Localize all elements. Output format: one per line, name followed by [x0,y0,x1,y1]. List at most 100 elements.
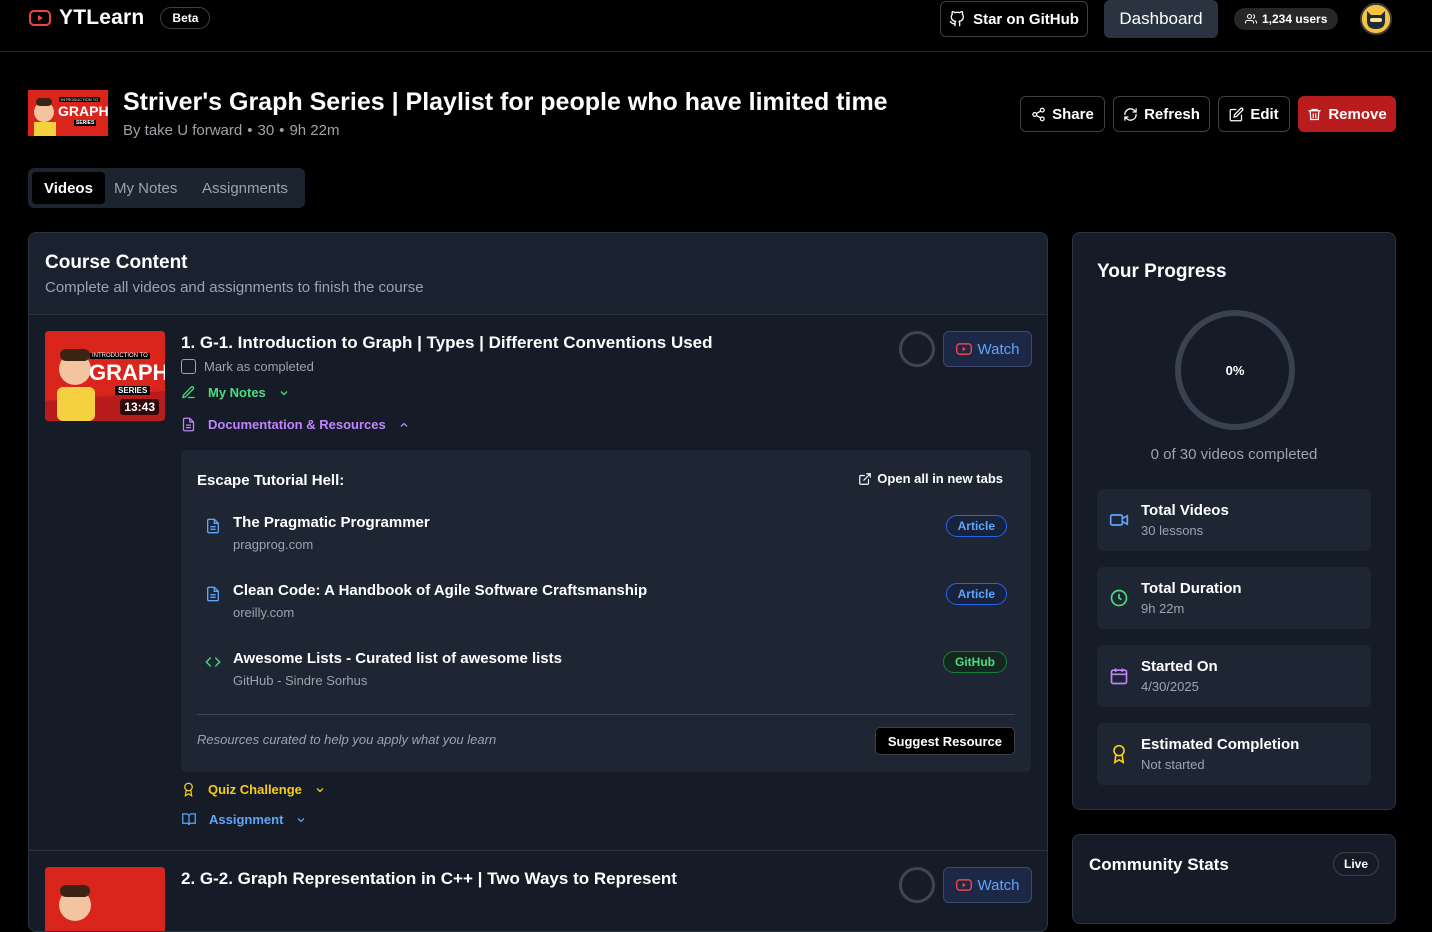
my-notes-toggle[interactable]: My Notes [181,385,290,400]
watch-button[interactable]: Watch [943,867,1032,903]
open-all-tabs-link[interactable]: Open all in new tabs [858,471,1003,486]
completed-checkbox[interactable] [181,359,196,374]
community-stats-panel: Community Stats Live [1072,834,1396,924]
resource-tag: GitHub [943,651,1007,673]
edit-icon [1229,107,1244,122]
stat-label: Started On [1141,658,1218,675]
quiz-challenge-toggle[interactable]: Quiz Challenge [181,782,326,797]
progress-ring: 0% [1175,310,1295,430]
playlist-video-count: 30 [257,122,275,139]
clock-icon [1109,588,1129,608]
youtube-icon [955,343,972,355]
refresh-button[interactable]: Refresh [1113,96,1210,132]
stat-started-on: Started On 4/30/2025 [1097,645,1371,707]
stat-value: 30 lessons [1141,523,1204,538]
stat-value: Not started [1141,757,1205,772]
playlist-author: By take U forward [123,122,243,139]
stat-value: 4/30/2025 [1141,679,1199,694]
playlist-thumbnail: INTRODUCTION TO GRAPH SERIES [28,90,108,136]
users-count-badge: 1,234 users [1234,8,1339,30]
award-icon [1109,744,1129,764]
content-tabs: Videos My Notes Assignments [28,168,305,208]
playlist-meta: By take U forward • 30 • 9h 22m [123,122,339,139]
remove-button[interactable]: Remove [1298,96,1396,132]
users-count: 1,234 users [1262,12,1328,26]
document-icon [205,586,221,602]
resource-source: oreilly.com [233,605,295,620]
my-notes-label: My Notes [208,385,266,400]
chevron-down-icon [295,814,307,826]
thumb-subtitle: SERIES [74,120,97,126]
course-content-header: Course Content Complete all videos and a… [29,233,1047,315]
resource-source: GitHub - Sindre Sorhus [233,673,368,688]
video-divider [29,850,1047,851]
brand[interactable]: YTLearn Beta [29,6,211,30]
playlist-duration: 9h 22m [289,122,340,139]
book-icon [181,812,197,827]
remove-label: Remove [1328,105,1387,123]
mark-completed-row[interactable]: Mark as completed [181,359,314,374]
share-icon [1031,107,1046,122]
course-content-subtitle: Complete all videos and assignments to f… [45,279,424,296]
user-avatar[interactable] [1360,3,1392,35]
stat-estimated-completion: Estimated Completion Not started [1097,723,1371,785]
thumb-subtitle: SERIES [115,386,151,395]
resource-name: Awesome Lists - Curated list of awesome … [233,650,562,667]
watch-label: Watch [977,340,1020,358]
chevron-down-icon [278,387,290,399]
tab-my-notes[interactable]: My Notes [102,172,189,204]
playlist-title: Striver's Graph Series | Playlist for pe… [123,88,888,116]
share-button[interactable]: Share [1020,96,1105,132]
pencil-icon [181,385,196,400]
thumb-tag: INTRODUCTION TO [90,353,150,359]
share-label: Share [1052,105,1094,123]
video-title[interactable]: 2. G-2. Graph Representation in C++ | Tw… [181,869,677,889]
edit-button[interactable]: Edit [1218,96,1290,132]
meta-separator: • [279,122,285,139]
users-icon [1245,13,1257,25]
refresh-icon [1123,107,1138,122]
resource-source: pragprog.com [233,537,314,552]
youtube-logo-icon [29,10,51,26]
course-content-title: Course Content [45,252,188,273]
tab-videos[interactable]: Videos [32,172,105,204]
beta-badge: Beta [160,7,211,29]
edit-label: Edit [1250,105,1279,123]
progress-panel: Your Progress 0% 0 of 30 videos complete… [1072,232,1396,810]
video-duration: 13:43 [120,399,159,415]
refresh-label: Refresh [1144,105,1200,123]
github-icon [949,11,965,27]
docs-resources-toggle[interactable]: Documentation & Resources [181,417,410,432]
stat-total-duration: Total Duration 9h 22m [1097,567,1371,629]
video-icon [1109,510,1129,530]
resource-item[interactable]: Awesome Lists - Curated list of awesome … [205,650,1007,694]
progress-percent: 0% [1225,362,1245,378]
watch-button[interactable]: Watch [943,331,1032,367]
chevron-down-icon [314,784,326,796]
suggest-resource-button[interactable]: Suggest Resource [874,727,1015,755]
video-thumbnail[interactable]: INTRODUCTION TO GRAPH SERIES 13:43 [45,331,165,421]
video-thumbnail[interactable] [45,867,165,931]
video-title[interactable]: 1. G-1. Introduction to Graph | Types | … [181,333,713,353]
resource-name: The Pragmatic Programmer [233,514,430,531]
resource-name: Clean Code: A Handbook of Agile Software… [233,582,648,599]
resource-item[interactable]: The Pragmatic Programmer pragprog.com Ar… [205,514,1007,558]
star-on-github-button[interactable]: Star on GitHub [940,1,1088,37]
stat-label: Total Duration [1141,580,1242,597]
top-navbar: YTLearn Beta Star on GitHub Dashboard 1,… [0,0,1432,52]
resources-footer-note: Resources curated to help you apply what… [197,732,497,747]
github-button-label: Star on GitHub [973,10,1079,28]
quiz-challenge-label: Quiz Challenge [208,782,302,797]
resource-item[interactable]: Clean Code: A Handbook of Agile Software… [205,582,1007,626]
document-icon [205,518,221,534]
progress-title: Your Progress [1097,261,1227,282]
assignment-toggle[interactable]: Assignment [181,812,307,827]
stat-label: Total Videos [1141,502,1229,519]
open-all-label: Open all in new tabs [877,471,1003,486]
assignment-label: Assignment [209,812,284,827]
dashboard-button[interactable]: Dashboard [1104,0,1218,38]
thumb-tag: INTRODUCTION TO [59,97,101,102]
tab-assignments[interactable]: Assignments [190,172,300,204]
video-progress-ring [899,331,935,367]
thumb-title: GRAPH [89,360,165,385]
